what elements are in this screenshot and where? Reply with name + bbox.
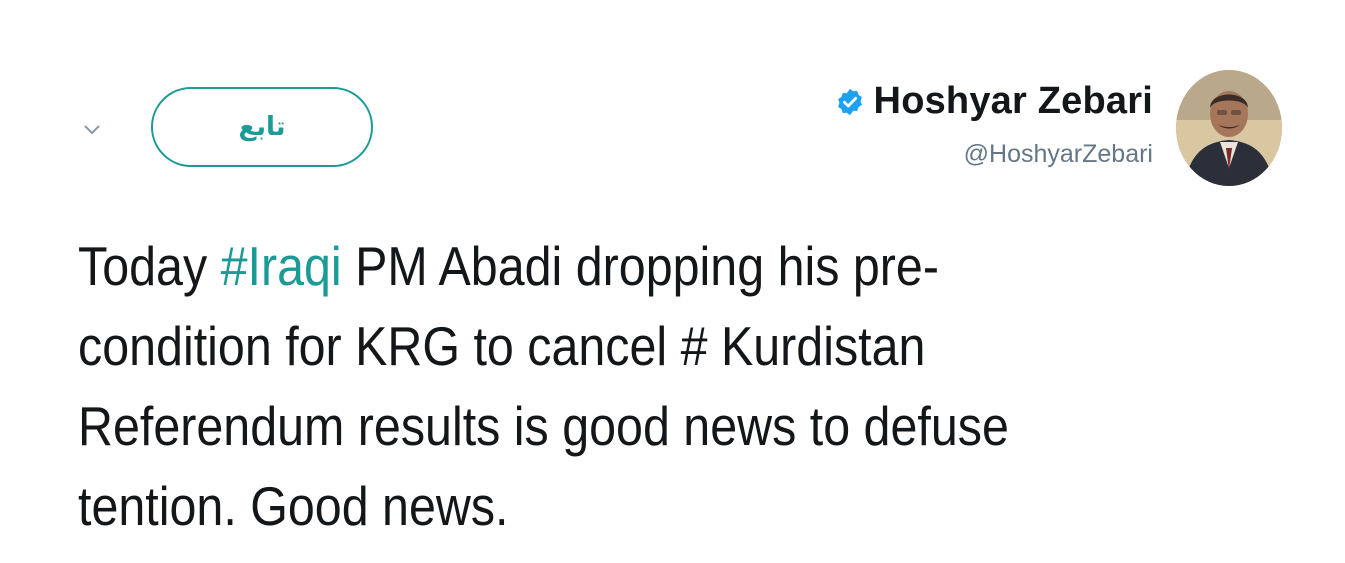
tweet-text-segment: PM Abadi dropping his pre-: [341, 235, 939, 297]
tweet-text-segment: condition for KRG to cancel # Kurdistan: [78, 315, 926, 377]
tweet-text-segment: tention. Good news.: [78, 475, 509, 537]
tweet-text-line: Referendum results is good news to defus…: [78, 386, 1257, 466]
verified-badge-icon: [835, 87, 865, 117]
tweet-text-line: condition for KRG to cancel # Kurdistan: [78, 306, 1257, 386]
author-handle[interactable]: @HoshyarZebari: [964, 140, 1153, 169]
tweet-text-segment: Referendum results is good news to defus…: [78, 395, 1009, 457]
follow-button[interactable]: تابع: [151, 87, 373, 167]
chevron-down-icon[interactable]: [80, 118, 104, 142]
author-name-row[interactable]: Hoshyar Zebari: [835, 80, 1153, 123]
follow-button-label: تابع: [238, 112, 286, 142]
tweet-text-line: tention. Good news.: [78, 466, 1257, 546]
author-display-name: Hoshyar Zebari: [873, 80, 1153, 122]
tweet-text: Today #Iraqi PM Abadi dropping his pre-c…: [78, 226, 1257, 546]
hashtag-link[interactable]: #Iraqi: [221, 235, 342, 297]
tweet-text-segment: Today: [78, 235, 221, 297]
tweet-text-line: Today #Iraqi PM Abadi dropping his pre-: [78, 226, 1257, 306]
avatar[interactable]: [1176, 70, 1282, 186]
tweet-card: تابع Hoshyar Zebari @HoshyarZebari Today…: [0, 0, 1345, 563]
